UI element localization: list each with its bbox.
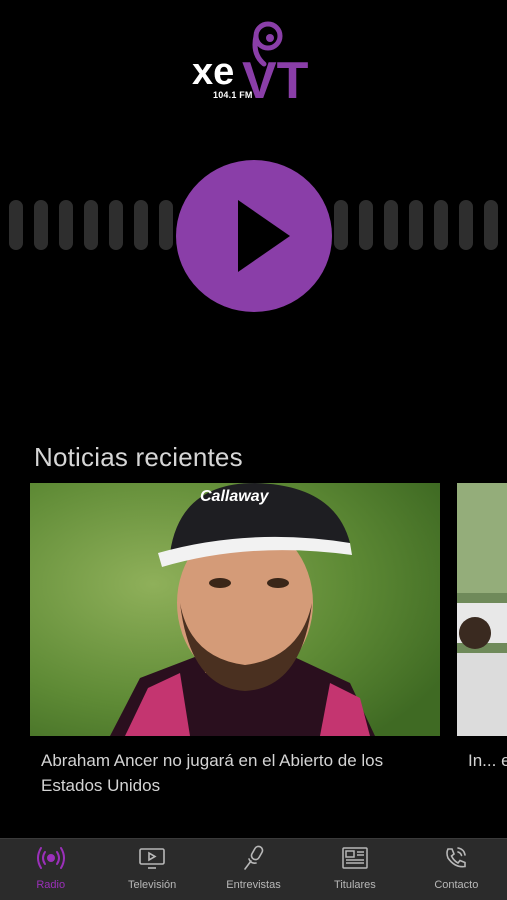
bottom-tab-bar: Radio Televisión Entrevistas Titulares C… [0,838,507,900]
tab-label: Televisión [127,879,177,891]
news-image-partial [457,483,507,736]
xevt-logo-mark: xe VT [192,21,309,106]
tab-label: Radio [36,879,66,891]
news-card-partial[interactable]: In... en... [457,483,507,803]
newspaper-icon [342,847,368,869]
svg-text:xe: xe [192,51,234,93]
phone-icon [446,847,467,868]
tab-label: Titulares [334,879,376,891]
tab-contact[interactable]: Contacto [406,839,507,900]
news-card[interactable]: Callaway Abraham Ancer no jugará en el A… [30,483,440,803]
station-logo: xe VT 104.1 FM [186,18,326,106]
news-image: Callaway [30,483,440,736]
svg-text:Callaway: Callaway [200,488,270,505]
section-title: Noticias recientes [34,442,243,472]
logo-frequency: 104.1 FM [213,90,253,100]
tab-television[interactable]: Televisión [101,839,202,900]
play-button[interactable] [176,160,332,312]
tab-radio[interactable]: Radio [0,839,101,900]
tab-headlines[interactable]: Titulares [304,839,405,900]
tab-interviews[interactable]: Entrevistas [203,839,304,900]
news-title-partial: In... en... [468,751,507,770]
tab-label: Contacto [434,879,479,891]
microphone-icon [243,845,263,870]
tv-play-icon [139,848,165,869]
news-title: Abraham Ancer no jugará en el Abierto de… [41,751,384,795]
tab-label: Entrevistas [226,879,281,891]
play-icon [238,200,290,272]
radio-broadcast-icon [36,847,65,869]
